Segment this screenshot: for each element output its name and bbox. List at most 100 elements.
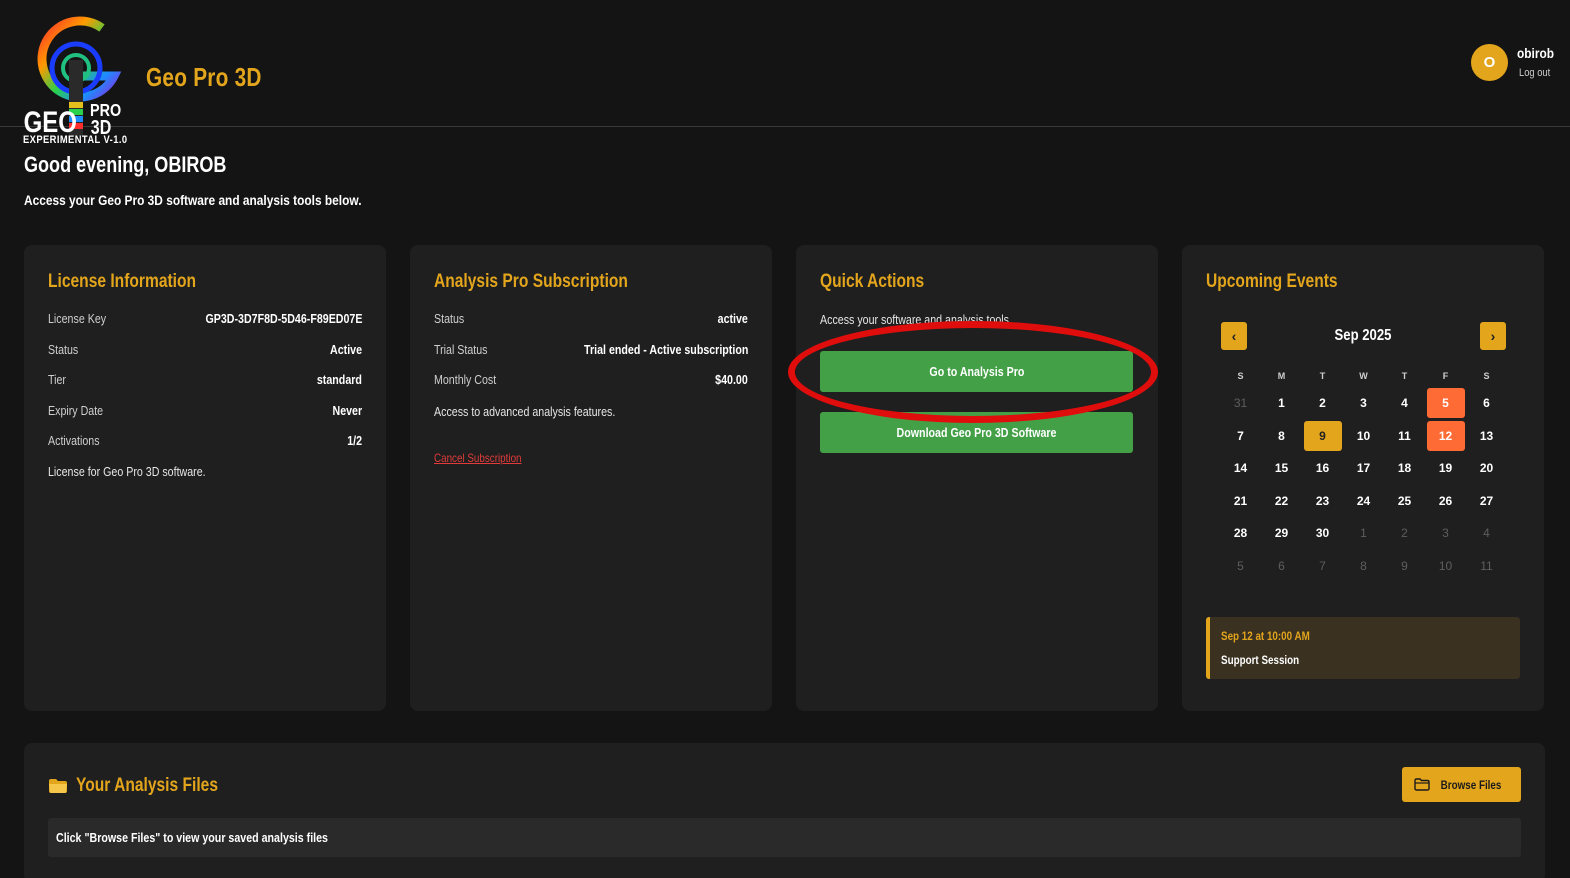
browse-files-button[interactable]: Browse Files	[1402, 767, 1521, 802]
expiry-value: Never	[332, 403, 362, 418]
calendar-day[interactable]: 16	[1304, 453, 1342, 483]
calendar-day[interactable]: 4	[1386, 388, 1424, 418]
logo-icon: GEO PRO 3D	[24, 16, 122, 139]
logout-link[interactable]: Log out	[1519, 67, 1550, 79]
calendar-day-event[interactable]: 5	[1426, 388, 1465, 419]
calendar-days: 31 1 2 3 4 5 6 7 8 9 10 11 12 13 14 15 16 17 18 19 20 21 22 23 2…	[1220, 387, 1507, 582]
download-software-button[interactable]: Download Geo Pro 3D Software	[820, 412, 1133, 453]
weekday-label: W	[1359, 371, 1368, 381]
calendar-day[interactable]: 21	[1222, 486, 1260, 516]
calendar-day[interactable]: 1	[1263, 388, 1301, 418]
calendar-month: Sep 2025	[1334, 327, 1392, 344]
cancel-subscription-link[interactable]: Cancel Subscription	[434, 451, 522, 465]
calendar-day[interactable]: 19	[1427, 453, 1465, 483]
row-label: Expiry Date	[48, 403, 104, 418]
row-label: Status	[48, 342, 79, 357]
row-label: Status	[434, 311, 465, 326]
calendar-day[interactable]: 2	[1304, 388, 1342, 418]
calendar-day[interactable]: 31	[1222, 388, 1260, 418]
calendar-day[interactable]: 22	[1263, 486, 1301, 516]
logo-caption: EXPERIMENTAL V-1.0	[23, 134, 128, 146]
license-row: Activations 1/2	[48, 433, 362, 451]
license-title: License Information	[48, 271, 197, 292]
license-row: License Key GP3D-3D7F8D-5D46-F89ED07E	[48, 311, 362, 329]
button-label: Download Geo Pro 3D Software	[896, 425, 1057, 440]
calendar-day[interactable]: 11	[1386, 421, 1424, 451]
subscription-row: Trial Status Trial ended - Active subscr…	[434, 342, 748, 360]
calendar-day[interactable]: 7	[1304, 551, 1342, 581]
calendar-day[interactable]: 20	[1468, 453, 1506, 483]
license-row: Expiry Date Never	[48, 403, 362, 421]
calendar-day[interactable]: 23	[1304, 486, 1342, 516]
row-label: Monthly Cost	[434, 372, 497, 387]
calendar-day[interactable]: 7	[1222, 421, 1260, 451]
calendar-day[interactable]: 14	[1222, 453, 1260, 483]
weekday-label: S	[1237, 371, 1244, 381]
calendar-day[interactable]: 11	[1468, 551, 1506, 581]
calendar-day[interactable]: 5	[1222, 551, 1260, 581]
chevron-right-icon: ›	[1490, 328, 1496, 344]
files-empty-message: Click "Browse Files" to view your saved …	[56, 830, 328, 845]
quick-actions-card: Quick Actions Access your software and a…	[788, 245, 1158, 711]
go-to-analysis-pro-button[interactable]: Go to Analysis Pro	[820, 351, 1133, 392]
calendar-day[interactable]: 8	[1263, 421, 1301, 451]
folder-icon	[1414, 778, 1431, 791]
calendar-day[interactable]: 30	[1304, 518, 1342, 548]
upcoming-event[interactable]: Sep 12 at 10:00 AM Support Session	[1206, 617, 1520, 679]
calendar-day[interactable]: 24	[1345, 486, 1383, 516]
monthly-cost-value: $40.00	[715, 372, 748, 387]
calendar-day[interactable]: 13	[1468, 421, 1506, 451]
license-row: Status Active	[48, 342, 362, 360]
calendar-day[interactable]: 10	[1427, 551, 1465, 581]
files-title-label: Your Analysis Files	[76, 775, 219, 796]
calendar-day-event[interactable]: 12	[1426, 420, 1465, 451]
top-header: GEO PRO 3D Geo Pro 3D O obirob Log out	[0, 0, 1570, 139]
quick-actions-title: Quick Actions	[820, 271, 925, 292]
subscription-row: Monthly Cost $40.00	[434, 372, 748, 390]
license-row: Tier standard	[48, 372, 362, 390]
calendar-day[interactable]: 28	[1222, 518, 1260, 548]
avatar[interactable]: O	[1471, 44, 1508, 81]
page-subtitle: Access your Geo Pro 3D software and anal…	[24, 192, 362, 208]
folder-icon	[49, 779, 67, 793]
license-card: License Information License Key GP3D-3D7…	[24, 245, 386, 711]
event-date: Sep 12 at 10:00 AM	[1221, 629, 1310, 643]
calendar-day[interactable]: 4	[1468, 518, 1506, 548]
calendar-weekdays: SMTWTFS	[1220, 371, 1507, 387]
subscription-note: Access to advanced analysis features.	[434, 404, 616, 419]
calendar-day[interactable]: 26	[1427, 486, 1465, 516]
weekday-label: M	[1277, 371, 1286, 381]
subscription-title: Analysis Pro Subscription	[434, 271, 628, 292]
calendar-day[interactable]: 25	[1386, 486, 1424, 516]
calendar-day[interactable]: 27	[1468, 486, 1506, 516]
calendar-day[interactable]: 2	[1386, 518, 1424, 548]
geo-pro-logo[interactable]: GEO PRO 3D	[22, 16, 134, 148]
row-label: Activations	[48, 433, 100, 448]
license-note: License for Geo Pro 3D software.	[48, 464, 206, 479]
greeting: Good evening, OBIROB	[24, 152, 227, 177]
calendar-day[interactable]: 8	[1345, 551, 1383, 581]
calendar-grid: SMTWTFS 31 1 2 3 4 5 6 7 8 9 10 11 12 13 14 15 16 17 18 19 2…	[1220, 371, 1507, 582]
calendar-day[interactable]: 17	[1345, 453, 1383, 483]
files-empty-state: Click "Browse Files" to view your saved …	[48, 818, 1521, 857]
calendar-day[interactable]: 29	[1263, 518, 1301, 548]
calendar-day[interactable]: 9	[1386, 551, 1424, 581]
row-label: Trial Status	[434, 342, 488, 357]
calendar-day[interactable]: 15	[1263, 453, 1301, 483]
calendar-day[interactable]: 6	[1468, 388, 1506, 418]
subscription-status-value: active	[717, 311, 748, 326]
calendar-day[interactable]: 3	[1427, 518, 1465, 548]
status-value: Active	[329, 342, 362, 357]
files-title: Your Analysis Files	[48, 775, 249, 797]
calendar-day-today[interactable]: 9	[1303, 420, 1342, 451]
calendar-day[interactable]: 10	[1345, 421, 1383, 451]
app-title: Geo Pro 3D	[146, 62, 262, 92]
weekday-label: F	[1442, 371, 1449, 381]
calendar-day[interactable]: 3	[1345, 388, 1383, 418]
weekday-label: T	[1319, 371, 1326, 381]
calendar-day[interactable]: 1	[1345, 518, 1383, 548]
trial-status-value: Trial ended - Active subscription	[583, 342, 748, 357]
next-month-button[interactable]: ›	[1480, 322, 1506, 350]
calendar-day[interactable]: 18	[1386, 453, 1424, 483]
calendar-day[interactable]: 6	[1263, 551, 1301, 581]
